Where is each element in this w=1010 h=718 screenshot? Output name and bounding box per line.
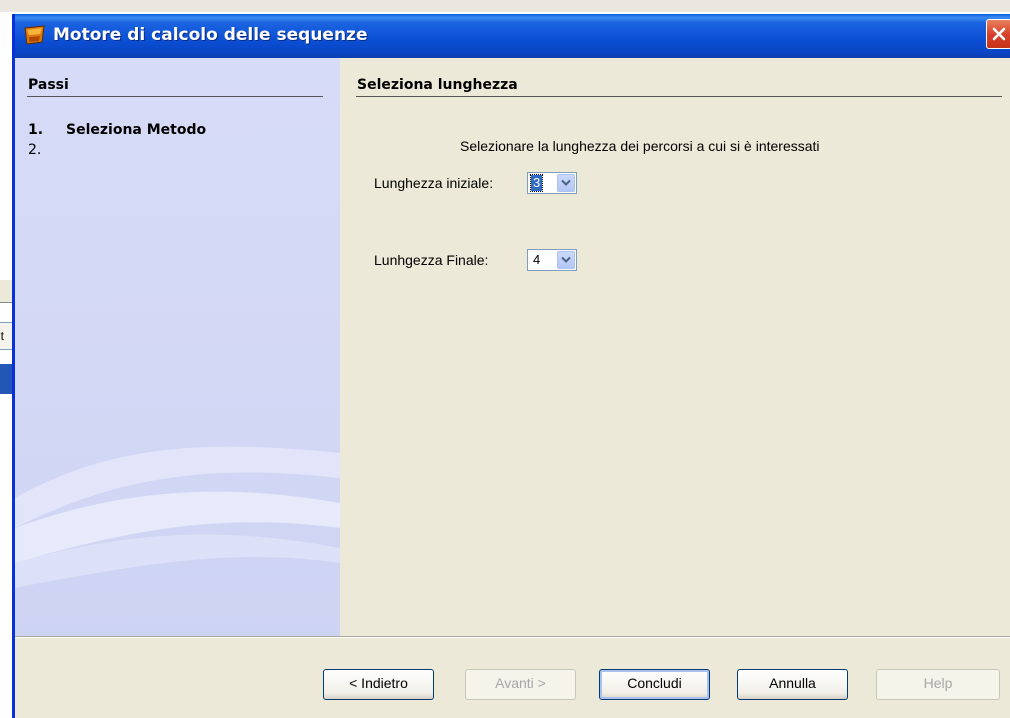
page-title: Seleziona lunghezza [357,77,518,93]
background-tab-label: nt [0,329,5,343]
step-item: 2. [28,142,66,158]
footer-divider-highlight [15,637,1010,638]
dropdown-button[interactable] [557,174,575,192]
finish-button[interactable]: Concludi [599,669,710,700]
background-window-strip [0,0,1010,12]
steps-heading: Passi [28,77,69,93]
help-button[interactable]: Help [876,669,1000,700]
window-title: Motore di calcolo delle sequenze [53,25,368,45]
sequence-engine-dialog: Motore di calcolo delle sequenze Passi 1… [12,14,1010,718]
close-button[interactable] [986,19,1010,49]
end-length-value: 4 [533,252,541,267]
app-window-icon [24,25,46,45]
content-divider [356,96,1002,97]
steps-divider [27,96,323,97]
end-length-label: Lunhgezza Finale: [374,252,489,268]
instruction-text: Selezionare la lunghezza dei percorsi a … [460,138,820,154]
steps-pane: Passi 1. Seleziona Metodo 2. [15,58,340,636]
chevron-down-icon [561,256,571,263]
chevron-down-icon [561,179,571,186]
start-length-value: 3 [529,174,544,192]
close-icon [992,27,1006,41]
next-button[interactable]: Avanti > [465,669,576,700]
title-bar[interactable]: Motore di calcolo delle sequenze [15,14,1010,58]
step-number: 1. [28,122,44,138]
start-length-select[interactable]: 3 [527,172,577,194]
dropdown-button[interactable] [557,251,575,269]
step-item: 1. Seleziona Metodo [28,122,206,138]
end-length-select[interactable]: 4 [527,249,577,271]
step-label: Seleziona Metodo [66,122,207,138]
cancel-button[interactable]: Annulla [737,669,848,700]
content-pane: Seleziona lunghezza Selezionare la lungh… [340,58,1010,636]
step-number: 2. [28,142,42,158]
start-length-label: Lunghezza iniziale: [374,175,494,191]
back-button[interactable]: < Indietro [323,669,434,700]
